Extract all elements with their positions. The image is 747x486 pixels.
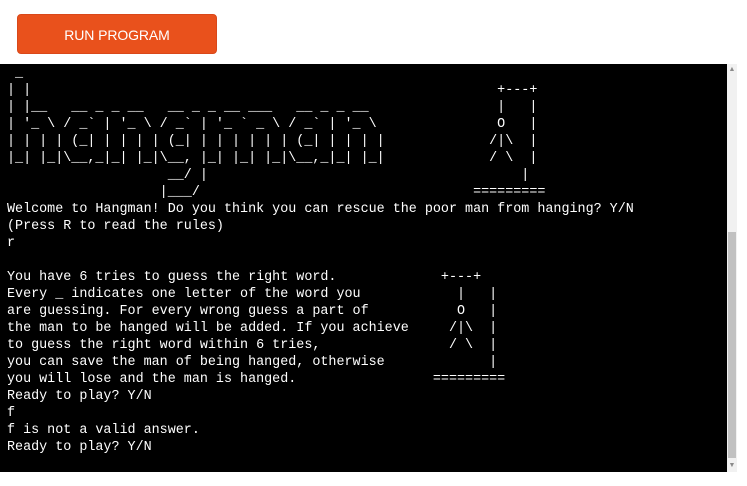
scroll-up-arrow-icon[interactable]: ▲: [727, 64, 737, 76]
terminal-scrollbar[interactable]: ▲ ▼: [727, 64, 737, 472]
scroll-down-arrow-icon[interactable]: ▼: [727, 460, 737, 472]
terminal-output: _ | | +---+ | |__ __ _ _ __ __ _ _ __ __…: [7, 66, 634, 455]
scroll-thumb[interactable]: [728, 232, 736, 458]
terminal[interactable]: _ | | +---+ | |__ __ _ _ __ __ _ _ __ __…: [0, 64, 737, 472]
run-program-button[interactable]: RUN PROGRAM: [17, 14, 217, 54]
